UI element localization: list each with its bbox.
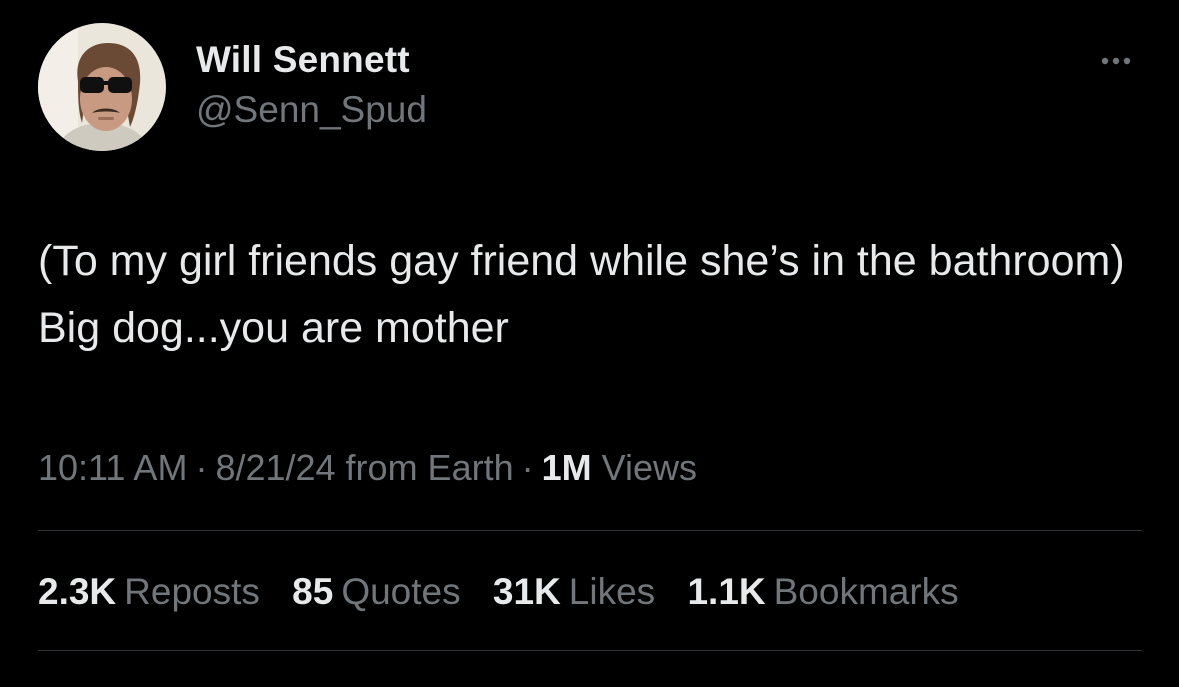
tweet-meta: 10:11 AM · 8/21/24 from Earth · 1M Views — [38, 444, 697, 492]
tweet-detail: Will Sennett @Senn_Spud (To my girl frie… — [0, 0, 1179, 687]
likes-stat[interactable]: 31K Likes — [493, 567, 655, 617]
divider — [38, 650, 1142, 651]
quotes-stat[interactable]: 85 Quotes — [292, 567, 460, 617]
meta-separator: · — [195, 447, 208, 488]
likes-label: Likes — [568, 571, 656, 612]
quotes-label: Quotes — [341, 571, 461, 612]
more-horizontal-icon — [1101, 57, 1131, 65]
bookmarks-label: Bookmarks — [773, 571, 959, 612]
author-info: Will Sennett @Senn_Spud — [196, 34, 427, 134]
bookmarks-count: 1.1K — [687, 571, 766, 612]
views-count: 1M — [541, 447, 592, 488]
author-display-name[interactable]: Will Sennett — [196, 34, 427, 86]
views-label: Views — [601, 447, 698, 488]
reposts-stat[interactable]: 2.3K Reposts — [38, 567, 260, 617]
avatar-image — [38, 23, 166, 151]
divider — [38, 530, 1142, 531]
meta-separator: · — [521, 447, 534, 488]
reposts-label: Reposts — [124, 571, 260, 612]
bookmarks-stat[interactable]: 1.1K Bookmarks — [687, 567, 958, 617]
author-handle[interactable]: @Senn_Spud — [196, 86, 427, 134]
tweet-text: (To my girl friends gay friend while she… — [38, 237, 1125, 352]
more-options-button[interactable] — [1092, 46, 1140, 76]
tweet-time[interactable]: 10:11 AM — [38, 447, 187, 488]
likes-count: 31K — [492, 571, 561, 612]
tweet-date-source[interactable]: 8/21/24 from Earth — [215, 447, 513, 488]
avatar[interactable] — [38, 23, 166, 151]
quotes-count: 85 — [292, 571, 334, 612]
reposts-count: 2.3K — [38, 571, 117, 612]
engagement-stats: 2.3K Reposts 85 Quotes 31K Likes 1.1K Bookma… — [38, 567, 981, 617]
